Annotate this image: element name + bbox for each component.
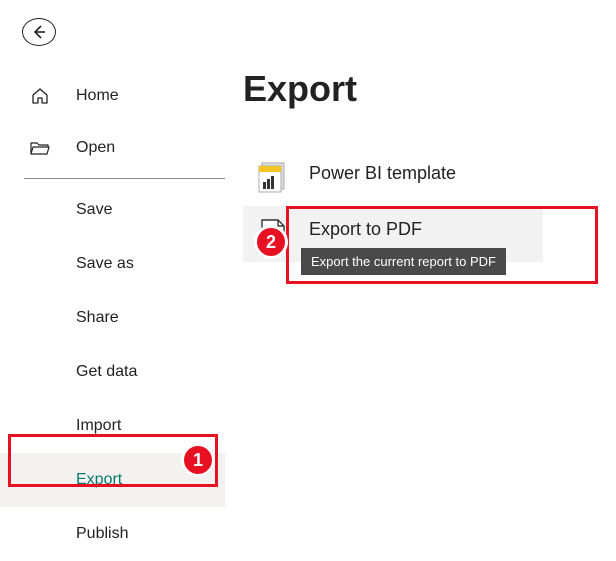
option-export-pdf[interactable]: PDF Export to PDF Export the current rep… [243, 206, 543, 262]
nav-label: Import [76, 417, 121, 435]
nav-label: Share [76, 309, 119, 327]
divider [24, 178, 225, 179]
nav-home[interactable]: Home [0, 70, 225, 122]
nav-publish[interactable]: Publish [0, 507, 225, 561]
option-label: Export to PDF [309, 216, 422, 240]
pdf-icon: PDF [255, 216, 291, 252]
option-powerbi-template[interactable]: Power BI template [243, 150, 543, 206]
nav-export[interactable]: Export [0, 453, 225, 507]
page-title: Export [243, 68, 616, 110]
main-panel: Export Power BI template [225, 0, 616, 561]
nav-label: Home [76, 87, 119, 105]
nav-label: Publish [76, 525, 128, 543]
nav-open[interactable]: Open [0, 122, 225, 174]
nav-label: Save [76, 201, 112, 219]
nav-label: Open [76, 139, 115, 157]
home-icon [28, 86, 52, 106]
nav-save-as[interactable]: Save as [0, 237, 225, 291]
nav-get-data[interactable]: Get data [0, 345, 225, 399]
nav-label: Export [76, 471, 122, 489]
svg-text:PDF: PDF [261, 234, 277, 243]
arrow-left-icon [31, 24, 47, 40]
option-label: Power BI template [309, 160, 456, 184]
tooltip: Export the current report to PDF [301, 248, 506, 275]
back-button[interactable] [22, 18, 56, 46]
nav-label: Save as [76, 255, 134, 273]
folder-open-icon [28, 138, 52, 158]
nav-share[interactable]: Share [0, 291, 225, 345]
nav-label: Get data [76, 363, 137, 381]
nav-import[interactable]: Import [0, 399, 225, 453]
sidebar: Home Open Save Save as Share Get data Im… [0, 0, 225, 561]
nav-save[interactable]: Save [0, 183, 225, 237]
template-icon [255, 160, 291, 196]
